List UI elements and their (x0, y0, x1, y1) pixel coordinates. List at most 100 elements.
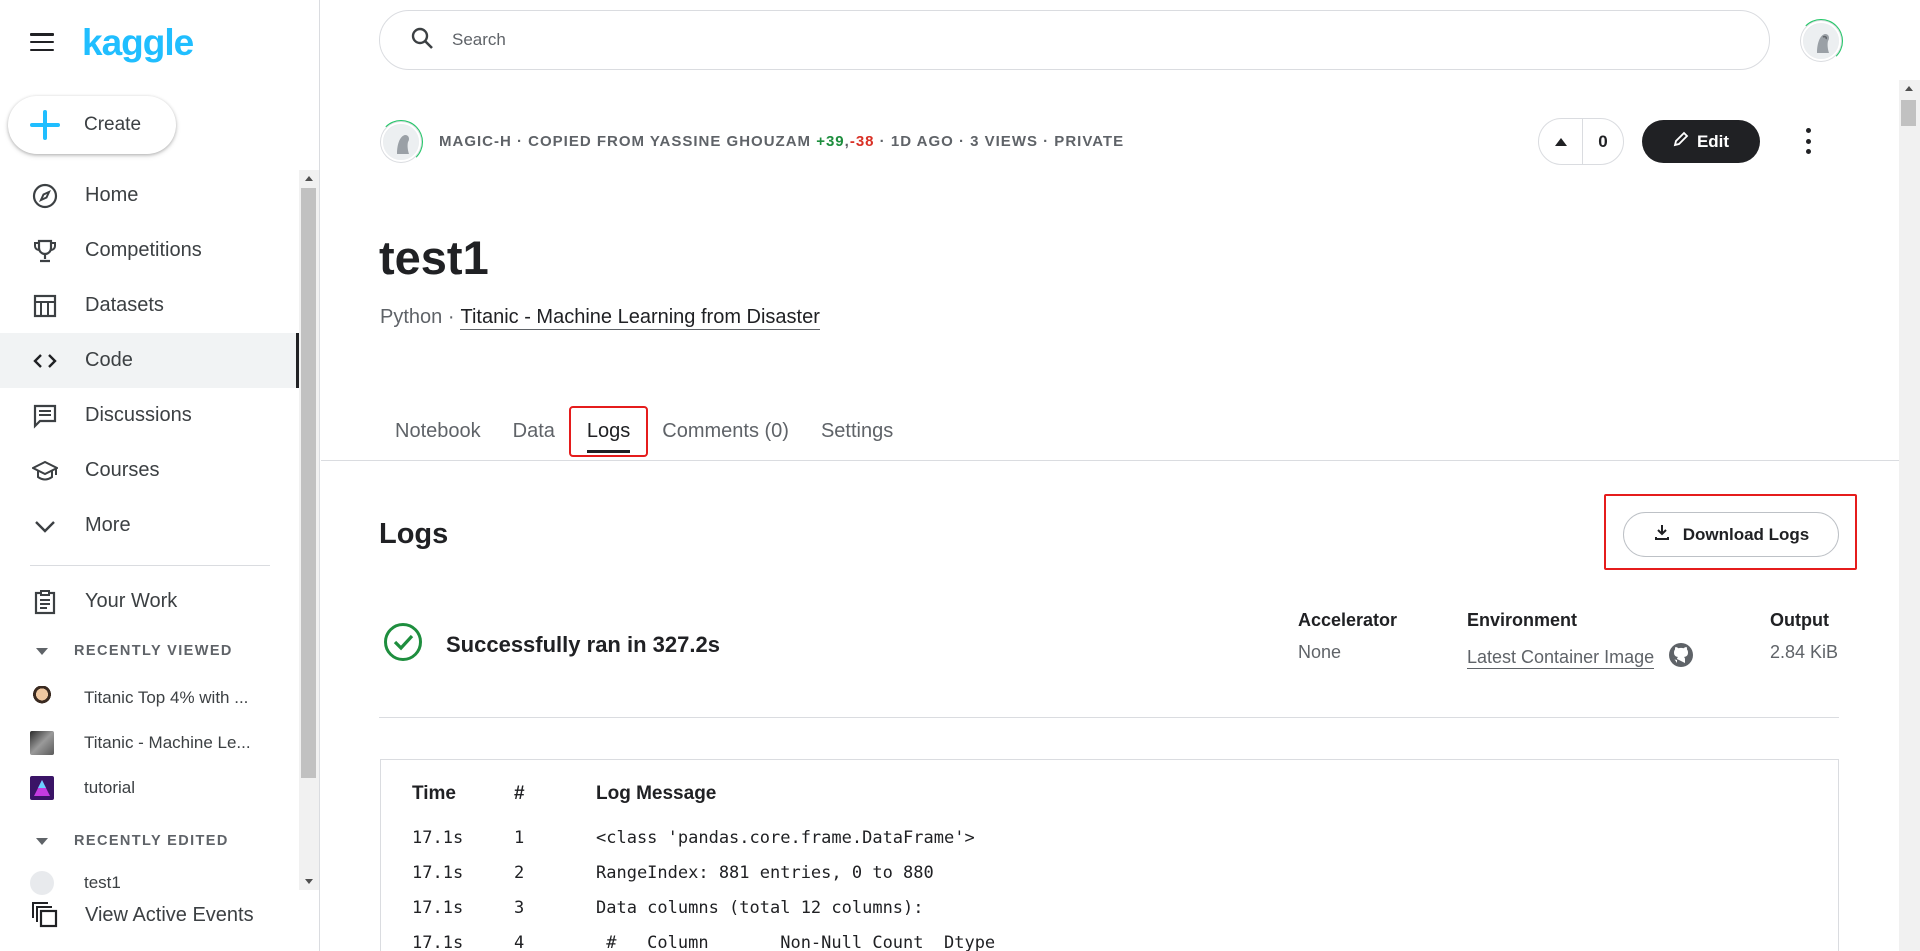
log-message: <class 'pandas.core.frame.DataFrame'> (596, 828, 975, 848)
sidebar: kaggle Create Home Competitions Datasets (0, 0, 320, 951)
edit-button[interactable]: Edit (1642, 120, 1760, 163)
sidebar-scrollbar[interactable] (299, 170, 319, 890)
notebook-subtitle: Python · Titanic - Machine Learning from… (380, 306, 820, 330)
comments-icon (30, 401, 60, 431)
tab-comments[interactable]: Comments (0) (646, 408, 805, 455)
vote-count: 0 (1598, 131, 1608, 151)
scrollbar-thumb[interactable] (301, 188, 316, 778)
table-row: 17.1s 4 # Column Non-Null Count Dtype (0, 933, 1920, 951)
search-bar[interactable] (379, 10, 1770, 70)
log-number: 3 (514, 898, 525, 918)
sidebar-item-more[interactable]: More (0, 498, 300, 553)
tutorial-thumbnail (30, 776, 54, 800)
environment-info: Environment Latest Container Image (1467, 610, 1694, 673)
kaggle-logo[interactable]: kaggle (82, 24, 194, 61)
plus-icon (30, 110, 60, 140)
output-label: Output (1770, 610, 1829, 630)
user-avatar[interactable] (1801, 21, 1841, 61)
log-time: 17.1s (412, 898, 464, 918)
log-message: # Column Non-Null Count Dtype (596, 933, 996, 951)
table-row: 17.1s 3 Data columns (total 12 columns): (0, 898, 1920, 933)
sidebar-item-label: Code (85, 349, 133, 371)
competition-thumbnail (30, 731, 54, 755)
sidebar-divider (30, 565, 270, 566)
sidebar-item-label: More (85, 514, 131, 536)
environment-label: Environment (1467, 610, 1578, 630)
sidebar-item-discussions[interactable]: Discussions (0, 388, 300, 443)
recent-item-label: Titanic Top 4% with ... (84, 688, 249, 707)
github-icon[interactable] (1668, 642, 1694, 673)
status-text: Successfully ran in 327.2s (446, 631, 720, 657)
accelerator-info: Accelerator None (1298, 610, 1397, 663)
sidebar-item-competitions[interactable]: Competitions (0, 223, 300, 278)
school-icon (30, 456, 60, 486)
sidebar-item-code[interactable]: Code (0, 333, 300, 388)
table-icon (30, 291, 60, 321)
scroll-up-icon[interactable] (1905, 86, 1913, 91)
tab-logs[interactable]: Logs (568, 406, 649, 457)
sidebar-item-label: Home (85, 184, 139, 206)
notebook-meta: MAGIC-H · COPIED FROM YASSINE GHOUZAM +3… (439, 133, 1124, 150)
pencil-icon (1673, 131, 1689, 152)
tabs-divider (321, 460, 1899, 461)
upvote-button[interactable] (1539, 119, 1583, 164)
recent-item[interactable]: Titanic - Machine Le... (30, 728, 270, 758)
page-title: test1 (379, 231, 489, 284)
output-value: 2.84 KiB (1770, 642, 1839, 662)
hamburger-menu-icon[interactable] (30, 33, 54, 51)
create-button[interactable]: Create (8, 96, 176, 154)
output-info: Output 2.84 KiB (1770, 610, 1838, 663)
recent-item[interactable]: tutorial (30, 773, 270, 803)
recent-item-label: tutorial (84, 778, 136, 797)
brand-bar: kaggle (30, 20, 194, 64)
accelerator-value: None (1298, 642, 1342, 662)
log-number: 2 (514, 863, 525, 883)
download-logs-label: Download Logs (1682, 524, 1810, 544)
upvote-control: 0 (1538, 118, 1624, 165)
avatar-thumbnail (30, 686, 54, 710)
log-time: 17.1s (412, 933, 464, 951)
create-label: Create (84, 114, 142, 135)
column-header-number: # (514, 783, 525, 804)
tab-settings[interactable]: Settings (805, 408, 909, 455)
download-logs-button[interactable]: Download Logs (1623, 512, 1839, 557)
chevron-down-icon (30, 511, 60, 541)
author-link[interactable]: MAGIC-H (439, 133, 512, 150)
sidebar-item-home[interactable]: Home (0, 168, 300, 223)
column-header-time: Time (412, 783, 457, 804)
arrow-up-icon (1554, 137, 1567, 146)
log-number: 1 (514, 828, 525, 848)
competition-link[interactable]: Titanic - Machine Learning from Disaster (460, 306, 820, 330)
sidebar-item-label: Competitions (85, 239, 202, 261)
caret-down-icon (36, 647, 48, 655)
recently-viewed-header[interactable]: RECENTLY VIEWED (30, 643, 233, 659)
trophy-icon (30, 236, 60, 266)
download-icon (1653, 523, 1671, 546)
log-time: 17.1s (412, 863, 464, 883)
sidebar-item-datasets[interactable]: Datasets (0, 278, 300, 333)
copied-from-text[interactable]: · COPIED FROM YASSINE GHOUZAM (512, 133, 816, 150)
sidebar-item-your-work[interactable]: Your Work (0, 574, 300, 629)
environment-link[interactable]: Latest Container Image (1467, 647, 1655, 669)
log-time: 17.1s (412, 828, 464, 848)
more-options-icon[interactable] (1798, 128, 1818, 154)
search-icon (410, 26, 434, 55)
search-input[interactable] (452, 30, 1652, 50)
sidebar-item-label: Discussions (85, 404, 192, 426)
sidebar-nav: Home Competitions Datasets Code Discussi… (0, 168, 300, 553)
author-avatar[interactable] (381, 122, 421, 162)
scrollbar-thumb[interactable] (1901, 100, 1916, 126)
lines-added: +39 (816, 133, 845, 150)
sidebar-item-courses[interactable]: Courses (0, 443, 300, 498)
column-header-message: Log Message (596, 783, 717, 804)
recent-item[interactable]: Titanic Top 4% with ... (30, 683, 270, 713)
log-message: Data columns (total 12 columns): (596, 898, 924, 918)
sidebar-item-label: Your Work (85, 590, 178, 612)
tab-notebook[interactable]: Notebook (379, 408, 497, 455)
scroll-up-icon[interactable] (305, 176, 313, 181)
sidebar-item-label: Datasets (85, 294, 164, 316)
table-row: 17.1s 2 RangeIndex: 881 entries, 0 to 88… (0, 863, 1920, 898)
notebook-tabs: Notebook Data Logs Comments (0) Settings (379, 406, 909, 457)
main-scrollbar[interactable] (1899, 80, 1920, 951)
tab-data[interactable]: Data (497, 408, 571, 455)
